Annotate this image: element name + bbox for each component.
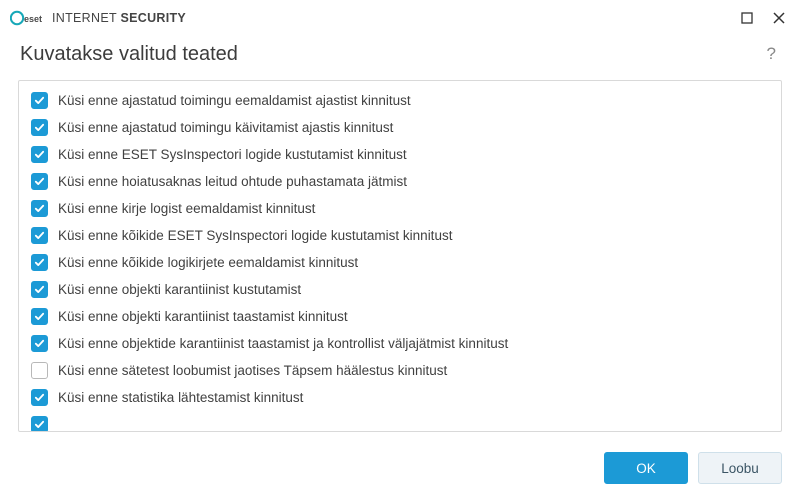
list-item-label: Küsi enne hoiatusaknas leitud ohtude puh… — [58, 174, 407, 189]
list-item-label: Küsi enne kõikide logikirjete eemaldamis… — [58, 255, 358, 270]
list-item[interactable]: Küsi enne kõikide ESET SysInspectori log… — [27, 222, 777, 249]
checkbox-list-container: Küsi enne ajastatud toimingu eemaldamist… — [18, 80, 782, 432]
list-item[interactable]: Küsi enne ajastatud toimingu eemaldamist… — [27, 87, 777, 114]
list-item[interactable]: Küsi enne ajastatud toimingu käivitamist… — [27, 114, 777, 141]
ok-button[interactable]: OK — [604, 452, 688, 484]
list-item[interactable]: Küsi enne objekti karantiinist taastamis… — [27, 303, 777, 330]
eset-logo: eset — [10, 9, 44, 27]
maximize-icon[interactable] — [740, 11, 754, 25]
list-item[interactable]: Küsi enne sätetest loobumist jaotises Tä… — [27, 357, 777, 384]
list-item[interactable]: Küsi enne objektide karantiinist taastam… — [27, 330, 777, 357]
close-icon[interactable] — [772, 11, 786, 25]
help-icon[interactable]: ? — [763, 42, 780, 66]
checkbox-list[interactable]: Küsi enne ajastatud toimingu eemaldamist… — [19, 81, 781, 431]
list-item-label: Küsi enne statistika lähtestamist kinnit… — [58, 390, 303, 405]
checkbox-unchecked-icon[interactable] — [31, 362, 48, 379]
checkbox-checked-icon[interactable] — [31, 227, 48, 244]
list-item-label: Küsi enne ajastatud toimingu eemaldamist… — [58, 93, 411, 108]
checkbox-checked-icon[interactable] — [31, 389, 48, 406]
checkbox-checked-icon[interactable] — [31, 119, 48, 136]
list-item-label: Küsi enne objekti karantiinist taastamis… — [58, 309, 348, 324]
list-item[interactable] — [27, 411, 777, 431]
list-item[interactable]: Küsi enne kirje logist eemaldamist kinni… — [27, 195, 777, 222]
heading-row: Kuvatakse valitud teated ? — [0, 36, 800, 80]
list-item[interactable]: Küsi enne statistika lähtestamist kinnit… — [27, 384, 777, 411]
titlebar: eset INTERNET SECURITY — [0, 0, 800, 36]
page-title: Kuvatakse valitud teated — [20, 43, 238, 66]
list-item-label: Küsi enne objekti karantiinist kustutami… — [58, 282, 301, 297]
list-item[interactable]: Küsi enne hoiatusaknas leitud ohtude puh… — [27, 168, 777, 195]
checkbox-checked-icon[interactable] — [31, 281, 48, 298]
checkbox-checked-icon[interactable] — [31, 173, 48, 190]
list-item[interactable]: Küsi enne ESET SysInspectori logide kust… — [27, 141, 777, 168]
brand-text-light: INTERNET — [52, 11, 117, 25]
checkbox-checked-icon[interactable] — [31, 254, 48, 271]
list-item-label: Küsi enne kõikide ESET SysInspectori log… — [58, 228, 452, 243]
checkbox-checked-icon[interactable] — [31, 146, 48, 163]
footer: OK Loobu — [0, 438, 800, 500]
checkbox-checked-icon[interactable] — [31, 308, 48, 325]
list-item-label: Küsi enne sätetest loobumist jaotises Tä… — [58, 363, 447, 378]
brand-text-strong: SECURITY — [120, 11, 186, 25]
checkbox-checked-icon[interactable] — [31, 416, 48, 431]
checkbox-checked-icon[interactable] — [31, 335, 48, 352]
window-controls — [740, 11, 790, 25]
svg-text:eset: eset — [24, 14, 42, 24]
cancel-button[interactable]: Loobu — [698, 452, 782, 484]
checkbox-checked-icon[interactable] — [31, 200, 48, 217]
list-item[interactable]: Küsi enne objekti karantiinist kustutami… — [27, 276, 777, 303]
list-item[interactable]: Küsi enne kõikide logikirjete eemaldamis… — [27, 249, 777, 276]
list-item-label: Küsi enne kirje logist eemaldamist kinni… — [58, 201, 315, 216]
list-item-label: Küsi enne objektide karantiinist taastam… — [58, 336, 508, 351]
list-item-label: Küsi enne ESET SysInspectori logide kust… — [58, 147, 407, 162]
brand-text: INTERNET SECURITY — [52, 11, 186, 25]
list-item-label: Küsi enne ajastatud toimingu käivitamist… — [58, 120, 393, 135]
checkbox-checked-icon[interactable] — [31, 92, 48, 109]
